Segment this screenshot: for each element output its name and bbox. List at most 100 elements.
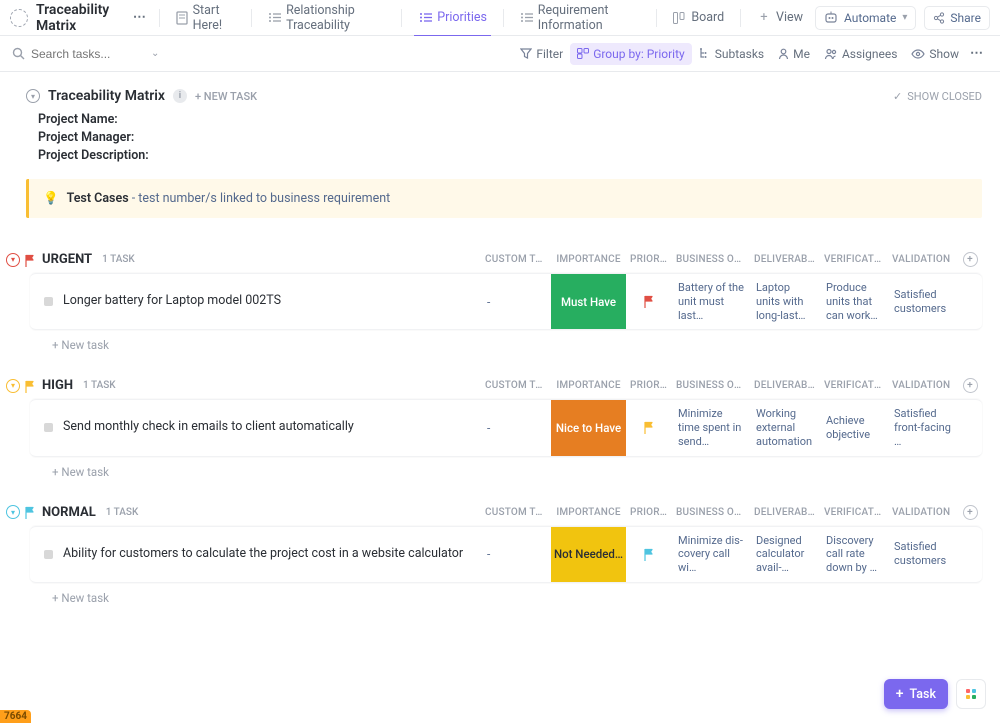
- col-business-obj[interactable]: BUSINESS OBJE…: [672, 252, 750, 267]
- task-row[interactable]: Ability for customers to calculate the p…: [30, 526, 982, 583]
- view-tab-requirement-information[interactable]: Requirement Information: [512, 0, 648, 36]
- add-column[interactable]: +: [958, 250, 982, 269]
- col-business-obj[interactable]: BUSINESS OBJE…: [672, 505, 750, 520]
- deliverables-cell[interactable]: Laptop units with long-last…: [750, 274, 820, 329]
- collapse-caret-icon[interactable]: ▾: [6, 379, 20, 393]
- status-square-icon[interactable]: [44, 423, 53, 432]
- col-custom-task-id[interactable]: CUSTOM TASK ID: [481, 505, 551, 520]
- deliverables-cell[interactable]: Designed cal­culator avail-…: [750, 527, 820, 582]
- view-tab-board[interactable]: Board: [664, 0, 732, 36]
- col-custom-task-id[interactable]: CUSTOM TASK ID: [481, 252, 551, 267]
- show-button[interactable]: Show: [904, 43, 966, 65]
- col-validation[interactable]: VALIDATION: [888, 252, 958, 267]
- validation-cell[interactable]: Satisfied customers: [888, 527, 958, 582]
- new-task-inline[interactable]: + New task: [52, 583, 982, 605]
- collapse-caret-icon[interactable]: ▾: [6, 253, 20, 267]
- task-name: Longer battery for Laptop model 002TS: [63, 293, 281, 310]
- search-wrap[interactable]: ⌄: [12, 47, 159, 61]
- new-task-inline[interactable]: + New task: [52, 457, 982, 479]
- callout-rest: - test number/s linked to business requi…: [129, 191, 391, 206]
- new-task-button[interactable]: + NEW TASK: [195, 90, 257, 103]
- priority-cell[interactable]: [626, 274, 672, 329]
- custom-task-id-cell[interactable]: -: [481, 527, 551, 582]
- status-square-icon[interactable]: [44, 550, 53, 559]
- plus-circle-icon[interactable]: +: [963, 505, 978, 520]
- search-input[interactable]: [31, 47, 141, 61]
- group-by-button[interactable]: Group by: Priority: [570, 43, 692, 65]
- col-business-obj[interactable]: BUSINESS OBJE…: [672, 378, 750, 393]
- task-row[interactable]: Send monthly check in emails to client a…: [30, 399, 982, 456]
- verification-cell[interactable]: Produce units that can work…: [820, 274, 888, 329]
- list-icon: [520, 11, 533, 25]
- me-button[interactable]: Me: [771, 43, 817, 65]
- view-tab-add-view[interactable]: + View: [749, 0, 811, 36]
- subtasks-button[interactable]: Subtasks: [692, 43, 771, 65]
- business-obj-cell[interactable]: Minimize time spent in send…: [672, 400, 750, 455]
- task-name-cell[interactable]: Longer battery for Laptop model 002TS: [30, 274, 481, 329]
- validation-cell[interactable]: Satisfied front-facing …: [888, 400, 958, 455]
- task-name-cell[interactable]: Ability for customers to calculate the p…: [30, 527, 481, 582]
- importance-pill: Must Have: [551, 274, 626, 329]
- col-deliverables[interactable]: DELIVERABLES: [750, 505, 820, 520]
- group-header[interactable]: ▾ HIGH 1 TASK CUSTOM TASK ID IMPORTANCE …: [6, 372, 982, 399]
- show-closed-button[interactable]: ✓ SHOW CLOSED: [893, 90, 982, 103]
- validation-cell[interactable]: Satisfied customers: [888, 274, 958, 329]
- col-priority[interactable]: PRIORITY: [626, 252, 672, 267]
- col-custom-task-id[interactable]: CUSTOM TASK ID: [481, 378, 551, 393]
- col-deliverables[interactable]: DELIVERABLES: [750, 378, 820, 393]
- add-column[interactable]: +: [958, 376, 982, 395]
- collapse-caret-icon[interactable]: ▾: [6, 505, 20, 519]
- col-importance[interactable]: IMPORTANCE: [551, 378, 626, 393]
- col-deliverables[interactable]: DELIVERABLES: [750, 252, 820, 267]
- view-tab-priorities[interactable]: Priorities: [410, 0, 495, 36]
- view-tab-relationship-traceability[interactable]: Relationship Traceability: [260, 0, 393, 36]
- verification-cell[interactable]: Achieve objective: [820, 400, 888, 455]
- business-obj-cell[interactable]: Battery of the unit must last…: [672, 274, 750, 329]
- add-column[interactable]: +: [958, 503, 982, 522]
- business-obj-cell[interactable]: Minimize dis­covery call wi…: [672, 527, 750, 582]
- group-header[interactable]: ▾ NORMAL 1 TASK CUSTOM TASK ID IMPORTANC…: [6, 499, 982, 526]
- priority-cell[interactable]: [626, 400, 672, 455]
- importance-cell[interactable]: Not Needed…: [551, 527, 626, 582]
- importance-cell[interactable]: Must Have: [551, 274, 626, 329]
- col-importance[interactable]: IMPORTANCE: [551, 252, 626, 267]
- chevron-down-icon[interactable]: ⌄: [151, 48, 159, 59]
- plus-circle-icon[interactable]: +: [963, 252, 978, 267]
- apps-grid-button[interactable]: [956, 679, 986, 709]
- col-validation[interactable]: VALIDATION: [888, 505, 958, 520]
- status-square-icon[interactable]: [44, 297, 53, 306]
- plus-circle-icon[interactable]: +: [963, 378, 978, 393]
- new-task-fab[interactable]: + Task: [884, 679, 948, 709]
- collapse-caret-icon[interactable]: ▾: [26, 89, 40, 103]
- task-row[interactable]: Longer battery for Laptop model 002TS - …: [30, 273, 982, 330]
- col-verification[interactable]: VERIFICATION: [820, 252, 888, 267]
- verification-cell[interactable]: Discovery call rate down by …: [820, 527, 888, 582]
- view-tab-label: Requirement Information: [538, 3, 640, 33]
- info-icon[interactable]: i: [173, 89, 187, 103]
- custom-task-id-cell[interactable]: -: [481, 400, 551, 455]
- col-priority[interactable]: PRIORITY: [626, 378, 672, 393]
- person-icon: [778, 48, 789, 60]
- page-more-icon[interactable]: ⋯: [129, 8, 151, 27]
- callout-bold: Test Cases: [67, 191, 129, 206]
- view-tab-start-here[interactable]: Start Here!: [168, 0, 244, 36]
- priority-cell[interactable]: [626, 527, 672, 582]
- assignees-button[interactable]: Assignees: [817, 43, 904, 65]
- custom-task-id-cell[interactable]: -: [481, 274, 551, 329]
- deliverables-cell[interactable]: Working exter­nal automation: [750, 400, 820, 455]
- col-importance[interactable]: IMPORTANCE: [551, 505, 626, 520]
- toolbar-more-icon[interactable]: ⋯: [966, 42, 988, 65]
- new-task-inline[interactable]: + New task: [52, 330, 982, 352]
- col-verification[interactable]: VERIFICATION: [820, 505, 888, 520]
- automate-button[interactable]: Automate ▾: [815, 6, 916, 30]
- group-header[interactable]: ▾ URGENT 1 TASK CUSTOM TASK ID IMPORTANC…: [6, 246, 982, 273]
- flag-icon: [643, 548, 655, 561]
- col-validation[interactable]: VALIDATION: [888, 378, 958, 393]
- col-priority[interactable]: PRIORITY: [626, 505, 672, 520]
- view-tab-label: Board: [691, 10, 724, 25]
- share-button[interactable]: Share: [924, 6, 990, 30]
- task-name-cell[interactable]: Send monthly check in emails to client a…: [30, 400, 481, 455]
- importance-cell[interactable]: Nice to Have: [551, 400, 626, 455]
- col-verification[interactable]: VERIFICATION: [820, 378, 888, 393]
- filter-button[interactable]: Filter: [513, 43, 570, 65]
